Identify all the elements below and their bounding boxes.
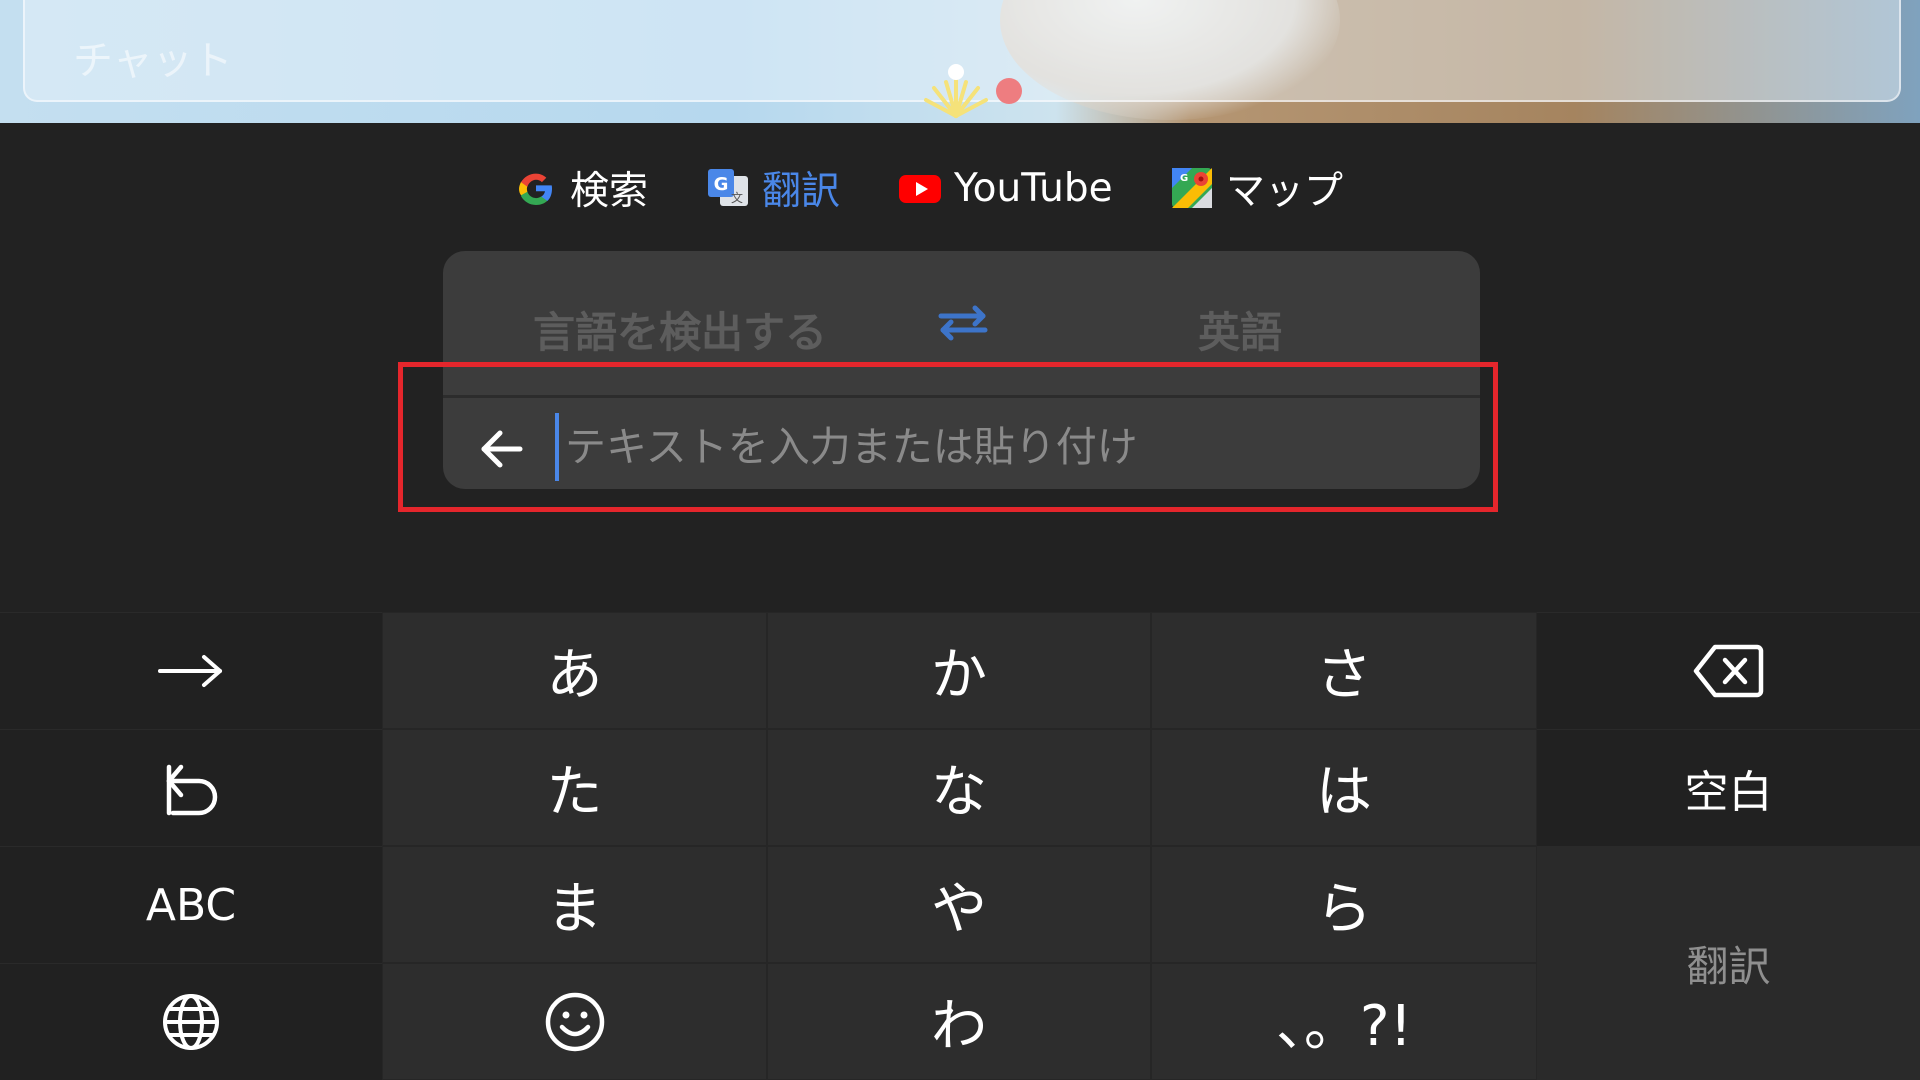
youtube-icon — [899, 175, 941, 203]
next-candidate-key[interactable] — [0, 612, 382, 729]
punctuation-key-label: 、。?! — [1275, 994, 1413, 1059]
undo-key[interactable] — [0, 729, 382, 846]
target-language-button[interactable]: 英語 — [1198, 299, 1282, 360]
right-arrow-icon — [158, 655, 222, 687]
swap-languages-icon[interactable] — [933, 301, 993, 345]
kana-key-label: わ — [931, 994, 987, 1059]
search-shortcut[interactable]: 検索 — [514, 162, 648, 214]
translate-action-key[interactable]: 翻訳 — [1537, 846, 1920, 1080]
emoji-icon — [545, 992, 604, 1051]
globe-icon — [163, 994, 219, 1050]
kana-key-wa[interactable]: わ — [767, 963, 1151, 1080]
notification-dot — [996, 78, 1022, 104]
kana-key-ra[interactable]: ら — [1151, 846, 1537, 963]
sun-emblem-icon — [924, 64, 988, 118]
kana-key-label: た — [546, 760, 603, 825]
google-g-icon — [519, 173, 552, 205]
youtube-shortcut-label: YouTube — [954, 165, 1113, 211]
maps-shortcut-label: マップ — [1226, 169, 1344, 214]
abc-key-label: ABC — [145, 879, 237, 931]
kana-keyboard: ABC あ か さ た な は ま や ら わ 、。?! 空白 翻訳 — [0, 612, 1920, 1080]
kana-key-label: や — [931, 877, 987, 942]
google-maps-icon: G — [1172, 168, 1212, 208]
translate-action-label: 翻訳 — [1686, 942, 1771, 991]
translate-shortcut-label: 翻訳 — [762, 169, 841, 214]
emoji-key[interactable] — [382, 963, 767, 1080]
kana-key-ma[interactable]: ま — [382, 846, 767, 963]
youtube-shortcut[interactable]: YouTube — [898, 162, 1113, 214]
space-key[interactable]: 空白 — [1537, 729, 1920, 846]
backspace-key[interactable] — [1537, 612, 1920, 729]
kana-key-a[interactable]: あ — [382, 612, 767, 729]
kana-key-label: か — [931, 643, 987, 708]
app-background: チャット — [0, 0, 1920, 123]
search-shortcut-label: 検索 — [570, 169, 649, 214]
kana-key-ha[interactable]: は — [1151, 729, 1537, 846]
undo-icon — [166, 764, 218, 816]
kana-key-ka[interactable]: か — [767, 612, 1151, 729]
google-translate-icon: G 文 — [708, 169, 748, 206]
kana-key-label: は — [1316, 760, 1372, 825]
punctuation-key[interactable]: 、。?! — [1151, 963, 1537, 1080]
kana-key-ta[interactable]: た — [382, 729, 767, 846]
kana-key-label: さ — [1316, 643, 1372, 708]
app-chat-placeholder: チャット — [73, 38, 233, 84]
kana-key-label: あ — [546, 643, 603, 708]
svg-text:G: G — [714, 174, 729, 195]
abc-mode-key[interactable]: ABC — [0, 846, 382, 963]
kana-key-sa[interactable]: さ — [1151, 612, 1537, 729]
kana-key-label: な — [931, 760, 987, 825]
kana-key-na[interactable]: な — [767, 729, 1151, 846]
svg-text:G: G — [1180, 173, 1188, 184]
space-key-label: 空白 — [1684, 767, 1773, 818]
kana-key-label: ら — [1316, 877, 1372, 942]
maps-shortcut[interactable]: G マップ — [1170, 162, 1343, 214]
kana-key-ya[interactable]: や — [767, 846, 1151, 963]
svg-text:文: 文 — [731, 190, 743, 205]
kana-key-label: ま — [546, 877, 603, 942]
globe-key[interactable] — [0, 963, 382, 1080]
translate-shortcut[interactable]: G 文 翻訳 — [706, 162, 840, 214]
highlight-annotation-box — [398, 362, 1498, 512]
source-language-button[interactable]: 言語を検出する — [533, 299, 827, 360]
backspace-icon — [1693, 644, 1763, 698]
